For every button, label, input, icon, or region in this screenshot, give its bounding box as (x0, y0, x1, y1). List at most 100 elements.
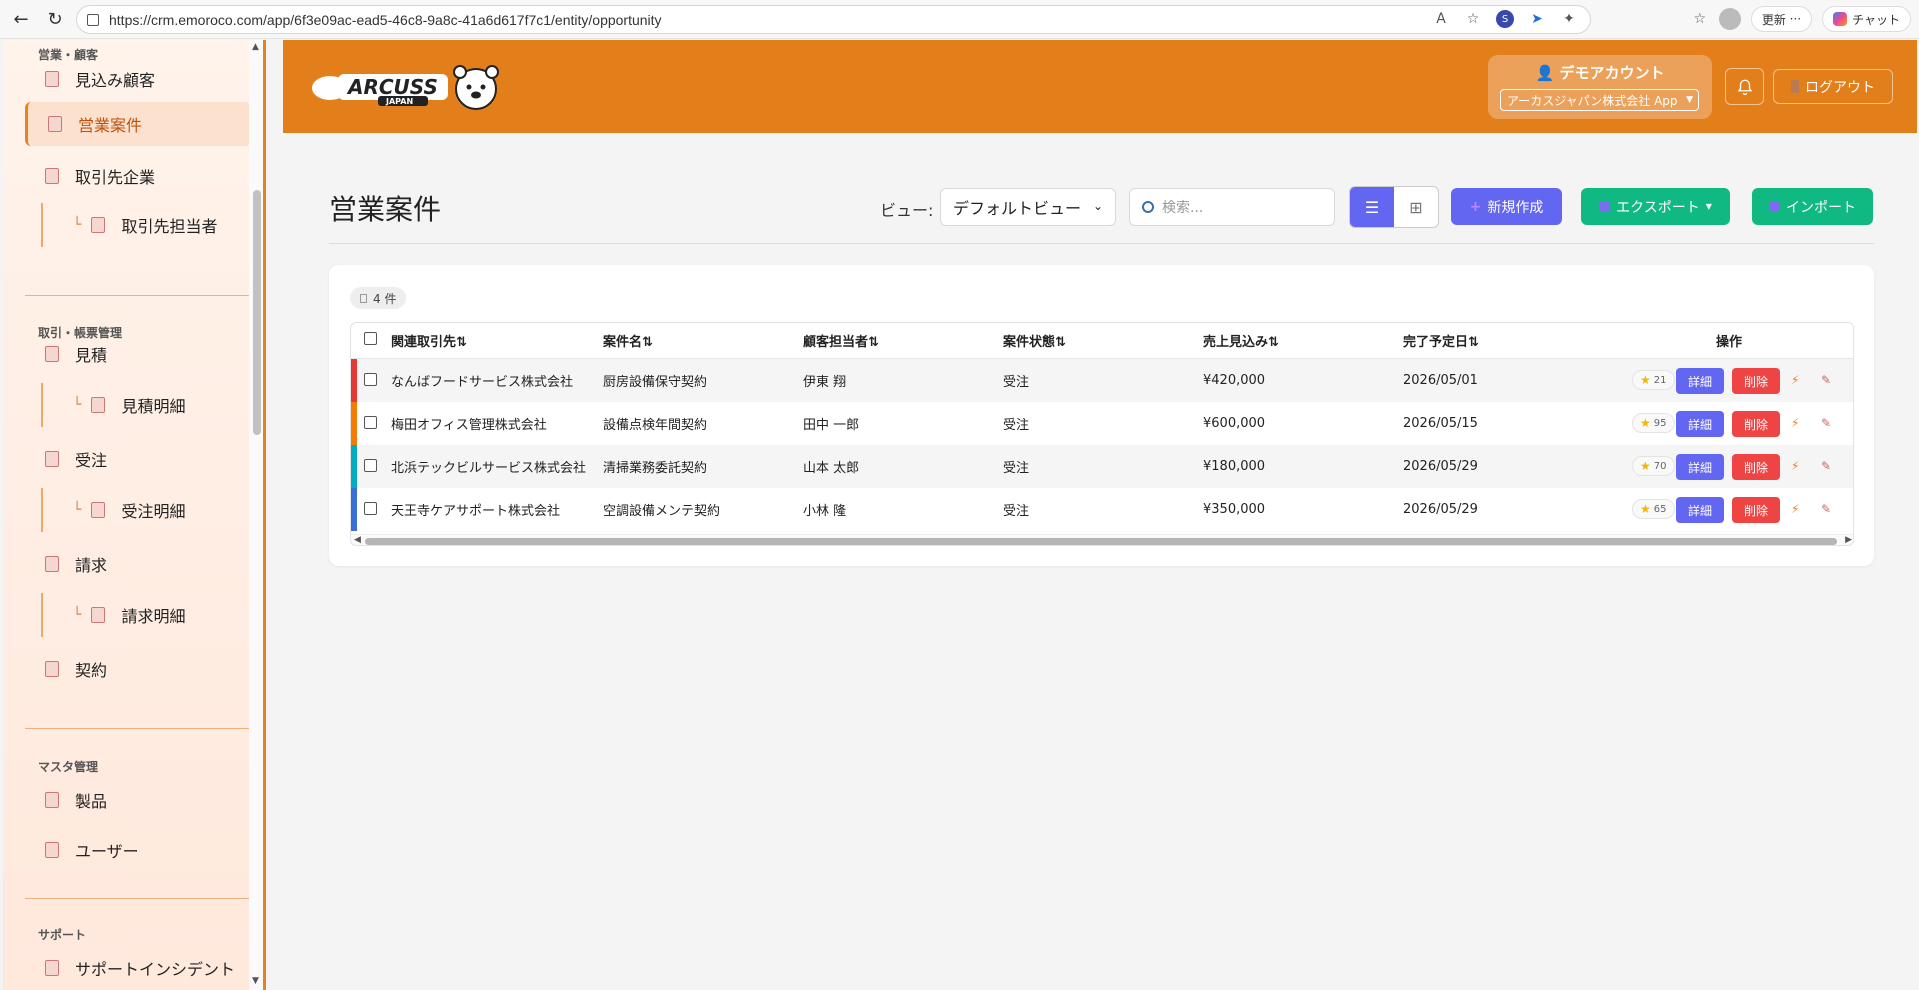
detail-button[interactable]: 詳細 (1676, 497, 1724, 523)
sidebar-item-contacts[interactable]: └ 取引先担当者 (41, 203, 251, 247)
row-color-bar (351, 488, 357, 531)
scroll-right-icon[interactable]: ▶ (1845, 535, 1852, 545)
delete-button[interactable]: 削除 (1732, 454, 1780, 480)
col-header-date[interactable]: 完了予定日⇅ (1403, 323, 1479, 358)
logout-button[interactable]: ログアウト (1773, 69, 1893, 104)
back-icon[interactable]: ← (8, 6, 34, 32)
row-checkbox[interactable] (364, 416, 377, 429)
record-count-text: 4 件 (373, 291, 397, 306)
table-horizontal-scrollbar[interactable]: ◀ ▶ (351, 534, 1853, 545)
col-header-contact[interactable]: 顧客担当者⇅ (803, 323, 879, 358)
cell-account[interactable]: 天王寺ケアサポート株式会社 (391, 488, 560, 531)
clipboard-icon (45, 168, 59, 184)
search-input[interactable]: 検索... (1129, 188, 1335, 226)
score-value: 21 (1653, 374, 1667, 386)
sidebar-item-opportunities[interactable]: 営業案件 (25, 102, 251, 146)
import-button[interactable]: インポート (1752, 188, 1873, 225)
scroll-left-icon[interactable]: ◀ (354, 535, 361, 545)
sidebar-item-order-details[interactable]: └ 受注明細 (41, 488, 251, 532)
sidebar-item-incidents[interactable]: サポートインシデント (25, 946, 251, 990)
grid-view-icon[interactable]: ⊞ (1394, 187, 1438, 227)
table-card: 4 件 関連取引先⇅ 案件名⇅ 顧客担当者⇅ 案件状態⇅ 売上見込み⇅ 完了予定… (329, 265, 1874, 566)
scroll-up-icon[interactable]: ▲ (252, 42, 259, 52)
sidebar-item-orders[interactable]: 受注 (25, 437, 251, 481)
sidebar-item-accounts[interactable]: 取引先企業 (25, 154, 251, 198)
favorites-icon[interactable]: ☆ (1691, 10, 1709, 28)
notification-bell-button[interactable] (1725, 68, 1764, 105)
sidebar-item-invoice-details[interactable]: └ 請求明細 (41, 593, 251, 637)
score-badge[interactable]: ★ 70 (1632, 456, 1675, 476)
cell-name[interactable]: 清掃業務委託契約 (603, 445, 707, 488)
lightning-icon[interactable]: ⚡ (1791, 502, 1799, 516)
score-badge[interactable]: ★ 65 (1632, 499, 1675, 519)
table-row[interactable]: 梅田オフィス管理株式会社 設備点検年間契約 田中 一郎 受注 ¥600,000 … (351, 402, 1853, 445)
update-button[interactable]: 更新 ··· (1750, 6, 1813, 32)
extension-s-icon[interactable]: S (1496, 10, 1514, 28)
copilot-chat-button[interactable]: チャット (1822, 6, 1911, 32)
new-button[interactable]: + 新規作成 (1451, 188, 1562, 225)
sidebar-item-users[interactable]: ユーザー (25, 828, 251, 872)
extension-arrow-icon[interactable]: ➤ (1528, 10, 1546, 28)
select-all-checkbox[interactable] (364, 332, 377, 345)
export-button[interactable]: エクスポート ▼ (1581, 188, 1730, 225)
col-header-account[interactable]: 関連取引先⇅ (391, 323, 467, 358)
detail-button[interactable]: 詳細 (1676, 368, 1724, 394)
table-row[interactable]: 天王寺ケアサポート株式会社 空調設備メンテ契約 小林 隆 受注 ¥350,000… (351, 488, 1853, 531)
view-select[interactable]: デフォルトビュー ⌄ (940, 188, 1116, 226)
table-row[interactable]: 北浜テックビルサービス株式会社 清掃業務委託契約 山本 太郎 受注 ¥180,0… (351, 445, 1853, 488)
lightning-icon[interactable]: ⚡ (1791, 459, 1799, 473)
extensions-puzzle-icon[interactable]: ✦ (1560, 10, 1578, 28)
scroll-down-icon[interactable]: ▼ (252, 976, 259, 986)
edit-icon[interactable]: ✎ (1821, 502, 1831, 516)
sidebar-item-invoices[interactable]: 請求 (25, 542, 251, 586)
col-header-status[interactable]: 案件状態⇅ (1003, 323, 1066, 358)
cell-name[interactable]: 厨房設備保守契約 (603, 359, 707, 402)
score-badge[interactable]: ★ 95 (1632, 413, 1675, 433)
col-header-name[interactable]: 案件名⇅ (603, 323, 653, 358)
star-icon: ★ (1640, 502, 1651, 516)
favorite-star-icon[interactable]: ☆ (1464, 10, 1482, 28)
reload-icon[interactable]: ↻ (42, 6, 68, 32)
sidebar-item-leads[interactable]: 見込み顧客 (25, 57, 251, 101)
sidebar-item-quote-details[interactable]: └ 見積明細 (41, 383, 251, 427)
detail-button[interactable]: 詳細 (1676, 454, 1724, 480)
sidebar-item-quotes[interactable]: 見積 (25, 332, 251, 376)
tenant-select[interactable]: アーカスジャパン株式会社 App ▼ (1500, 89, 1699, 111)
delete-button[interactable]: 削除 (1732, 411, 1780, 437)
sidebar-item-contracts[interactable]: 契約 (25, 647, 251, 691)
sidebar-item-label: 見込み顧客 (75, 71, 156, 90)
sidebar-item-products[interactable]: 製品 (25, 778, 251, 822)
cell-account[interactable]: 北浜テックビルサービス株式会社 (391, 445, 586, 488)
row-checkbox[interactable] (364, 373, 377, 386)
sidebar-item-label: 受注 (75, 451, 108, 470)
lightning-icon[interactable]: ⚡ (1791, 373, 1799, 387)
profile-avatar[interactable] (1718, 8, 1741, 30)
update-label: 更新 (1761, 12, 1786, 27)
scrollbar-thumb[interactable] (365, 538, 1837, 545)
list-view-icon[interactable]: ☰ (1350, 187, 1394, 227)
arcuss-logo[interactable]: ARCUSS JAPAN (308, 62, 503, 112)
read-aloud-icon[interactable]: A (1432, 10, 1450, 28)
delete-button[interactable]: 削除 (1732, 497, 1780, 523)
edit-icon[interactable]: ✎ (1821, 373, 1831, 387)
cell-account[interactable]: 梅田オフィス管理株式会社 (391, 402, 547, 445)
cell-status: 受注 (1003, 418, 1030, 433)
delete-button[interactable]: 削除 (1732, 368, 1780, 394)
sidebar-item-label: 請求 (75, 556, 108, 575)
url-text[interactable]: https://crm.emoroco.com/app/6f3e09ac-ead… (109, 12, 662, 28)
row-checkbox[interactable] (364, 459, 377, 472)
lightning-icon[interactable]: ⚡ (1791, 416, 1799, 430)
cell-account[interactable]: なんばフードサービス株式会社 (391, 359, 573, 402)
cell-name[interactable]: 空調設備メンテ契約 (603, 488, 720, 531)
cell-name[interactable]: 設備点検年間契約 (603, 402, 707, 445)
sidebar-scrollbar[interactable]: ▲ ▼ (249, 40, 263, 990)
edit-icon[interactable]: ✎ (1821, 416, 1831, 430)
col-header-amount[interactable]: 売上見込み⇅ (1203, 323, 1279, 358)
detail-button[interactable]: 詳細 (1676, 411, 1724, 437)
edit-icon[interactable]: ✎ (1821, 459, 1831, 473)
row-checkbox[interactable] (364, 502, 377, 515)
table-row[interactable]: なんばフードサービス株式会社 厨房設備保守契約 伊東 翔 受注 ¥420,000… (351, 359, 1853, 402)
scrollbar-thumb[interactable] (253, 190, 261, 435)
score-badge[interactable]: ★ 21 (1632, 370, 1675, 390)
address-bar[interactable]: https://crm.emoroco.com/app/6f3e09ac-ead… (76, 5, 1591, 34)
